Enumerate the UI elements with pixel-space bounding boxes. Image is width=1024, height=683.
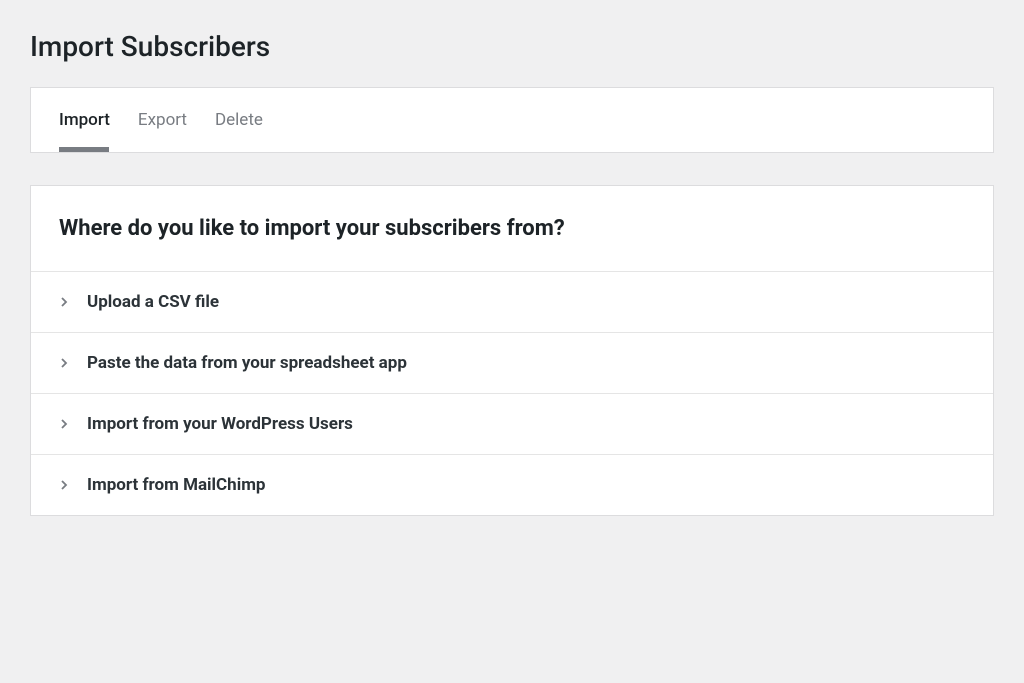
tab-delete[interactable]: Delete — [215, 88, 263, 152]
tab-import[interactable]: Import — [59, 88, 110, 152]
tabs: Import Export Delete — [59, 88, 965, 152]
chevron-right-icon — [59, 480, 69, 490]
chevron-right-icon — [59, 297, 69, 307]
chevron-right-icon — [59, 358, 69, 368]
option-label: Import from MailChimp — [87, 475, 266, 495]
option-label: Import from your WordPress Users — [87, 414, 353, 434]
panel-heading: Where do you like to import your subscri… — [59, 216, 965, 241]
tabs-container: Import Export Delete — [30, 87, 994, 153]
chevron-right-icon — [59, 419, 69, 429]
option-label: Paste the data from your spreadsheet app — [87, 353, 407, 373]
panel-header: Where do you like to import your subscri… — [31, 186, 993, 272]
tab-export[interactable]: Export — [138, 88, 187, 152]
option-paste-spreadsheet[interactable]: Paste the data from your spreadsheet app — [31, 333, 993, 394]
option-upload-csv[interactable]: Upload a CSV file — [31, 272, 993, 333]
option-wordpress-users[interactable]: Import from your WordPress Users — [31, 394, 993, 455]
option-label: Upload a CSV file — [87, 292, 219, 312]
option-mailchimp[interactable]: Import from MailChimp — [31, 455, 993, 515]
page-title: Import Subscribers — [30, 30, 994, 63]
import-panel: Where do you like to import your subscri… — [30, 185, 994, 516]
